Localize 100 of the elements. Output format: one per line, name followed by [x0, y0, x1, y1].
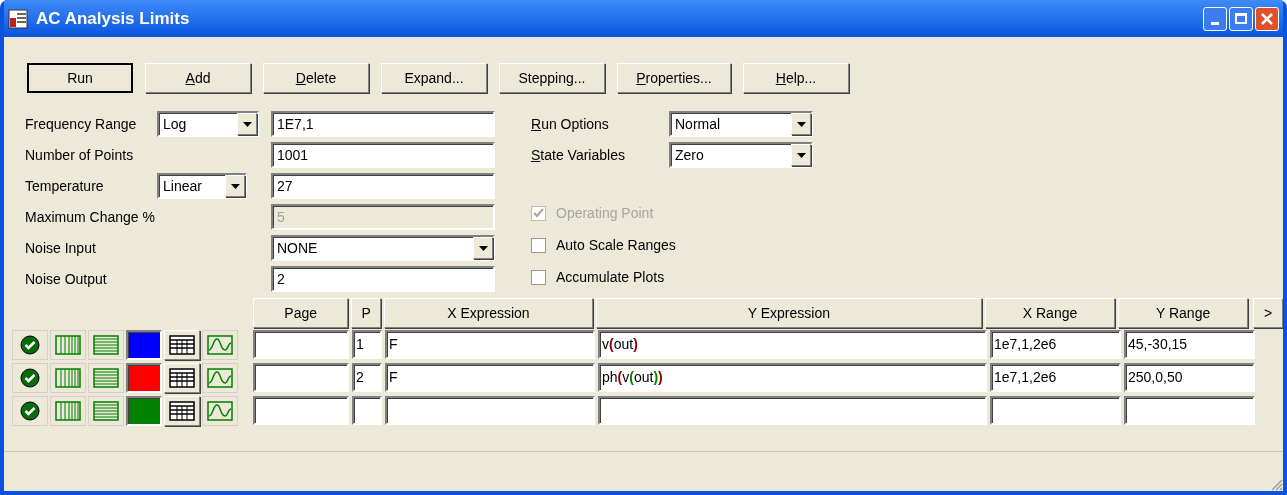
input-field[interactable]: 2	[271, 266, 495, 292]
field-label: Frequency Range	[25, 114, 138, 134]
column-header: Y Expression	[595, 298, 982, 328]
table-cell-input[interactable]: v(out)	[598, 330, 987, 359]
vertical-lines-icon	[55, 334, 81, 355]
waveform-icon	[207, 400, 233, 421]
waveform-button[interactable]	[202, 329, 238, 360]
field-label: Noise Input	[25, 238, 96, 258]
table-cell-input[interactable]	[352, 396, 382, 425]
table-cell-input[interactable]	[598, 396, 987, 425]
table-cell-input[interactable]: F	[385, 330, 595, 359]
check-circle-icon	[20, 367, 40, 388]
scale-dropdown[interactable]: Linear	[157, 173, 247, 199]
vertical-lines-icon	[55, 367, 81, 388]
color-swatch[interactable]	[126, 395, 162, 426]
caret-icon	[796, 152, 806, 158]
table-grid-button[interactable]	[164, 362, 200, 393]
horizontal-lines-icon	[93, 400, 119, 421]
toolbar-button[interactable]: Stepping...	[499, 63, 605, 93]
caret-icon	[230, 183, 240, 189]
field-label: Number of Points	[25, 145, 134, 165]
waveform-icon	[207, 367, 233, 388]
close-button[interactable]	[1255, 6, 1279, 31]
toolbar-button[interactable]: Help...	[743, 63, 849, 93]
window-title: AC Analysis Limits	[36, 7, 191, 30]
toolbar-button[interactable]: Properties...	[617, 63, 731, 93]
toolbar-button[interactable]: Run	[27, 63, 133, 93]
toolbar-button[interactable]: Delete	[263, 63, 369, 93]
column-header: Page	[253, 298, 349, 328]
table-cell-input[interactable]: 250,0,50	[1124, 363, 1255, 392]
check-circle-button[interactable]	[12, 362, 48, 393]
caret-icon	[242, 121, 252, 127]
column-header: Y Range	[1118, 298, 1249, 328]
toolbar-button[interactable]: Add	[145, 63, 251, 93]
dropdown-arrow-button[interactable]	[791, 144, 811, 166]
input-field[interactable]: 27	[271, 173, 495, 199]
dropdown-arrow-button[interactable]	[473, 237, 493, 259]
vertical-lines-icon	[55, 400, 81, 421]
table-cell-input[interactable]: ph(v(out))	[598, 363, 987, 392]
column-header: X Range	[985, 298, 1116, 328]
table-cell-input[interactable]	[1124, 396, 1255, 425]
check-circle-button[interactable]	[12, 395, 48, 426]
table-cell-input[interactable]: 45,-30,15	[1124, 330, 1255, 359]
waveform-button[interactable]	[202, 362, 238, 393]
maximize-icon	[1235, 13, 1247, 24]
table-cell-input[interactable]: 1e7,1,2e6	[990, 363, 1121, 392]
more-columns-button[interactable]: >	[1253, 298, 1283, 328]
field-label: Run Options	[531, 114, 610, 134]
color-swatch[interactable]	[126, 329, 162, 360]
waveform-icon	[207, 334, 233, 355]
check-mark-icon	[533, 208, 544, 219]
table-cell-input[interactable]	[253, 330, 349, 359]
check-circle-button[interactable]	[12, 329, 48, 360]
minimize-icon	[1211, 21, 1219, 25]
table-grid-button[interactable]	[164, 395, 200, 426]
dropdown-arrow-button[interactable]	[225, 175, 245, 197]
resize-grip-icon[interactable]	[1269, 477, 1283, 491]
checkbox-option[interactable]: Auto Scale Ranges	[531, 232, 813, 259]
caret-icon	[796, 121, 806, 127]
table-grid-icon	[169, 334, 195, 355]
waveform-button[interactable]	[202, 395, 238, 426]
table-cell-input[interactable]	[990, 396, 1121, 425]
table-cell-input[interactable]	[385, 396, 595, 425]
column-header: P	[351, 298, 382, 328]
toolbar-button[interactable]: Expand...	[381, 63, 487, 93]
field-label: Maximum Change %	[25, 207, 155, 227]
caret-icon	[478, 245, 488, 251]
minimize-button[interactable]	[1203, 6, 1227, 31]
color-swatch[interactable]	[126, 362, 162, 393]
check-circle-icon	[20, 400, 40, 421]
dropdown-arrow-button[interactable]	[791, 113, 811, 135]
field-label: Noise Output	[25, 269, 107, 289]
maximize-button[interactable]	[1229, 6, 1253, 31]
table-cell-input[interactable]	[253, 396, 349, 425]
dropdown-field[interactable]: NONE	[271, 235, 495, 261]
table-cell-input[interactable]: 1	[352, 330, 382, 359]
checkbox[interactable]	[531, 238, 546, 253]
table-cell-input[interactable]	[253, 363, 349, 392]
column-header: X Expression	[384, 298, 593, 328]
table-cell-input[interactable]: 2	[352, 363, 382, 392]
checkbox-option[interactable]: Accumulate Plots	[531, 264, 813, 291]
check-circle-icon	[20, 334, 40, 355]
dropdown-field[interactable]: Normal	[669, 111, 813, 137]
table-grid-icon	[169, 367, 195, 388]
horizontal-lines-icon	[93, 367, 119, 388]
dropdown-field[interactable]: Zero	[669, 142, 813, 168]
window-app-icon	[8, 8, 28, 29]
scale-dropdown[interactable]: Log	[157, 111, 259, 137]
table-cell-input[interactable]: F	[385, 363, 595, 392]
horizontal-lines-icon	[93, 334, 119, 355]
table-cell-input[interactable]: 1e7,1,2e6	[990, 330, 1121, 359]
input-field[interactable]: 1001	[271, 142, 495, 168]
table-grid-icon	[169, 400, 195, 421]
table-grid-button[interactable]	[164, 329, 200, 360]
close-icon	[1261, 12, 1273, 25]
checkbox[interactable]	[531, 270, 546, 285]
field-label: Temperature	[25, 176, 105, 196]
field-label: State Variables	[531, 145, 626, 165]
dropdown-arrow-button[interactable]	[237, 113, 257, 135]
input-field[interactable]: 1E7,1	[271, 111, 495, 137]
